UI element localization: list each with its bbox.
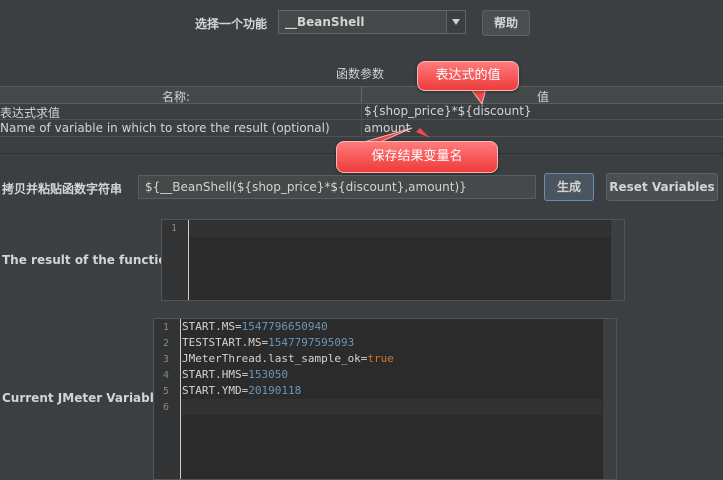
code-line: START.YMD=20190118 [182, 384, 301, 397]
callout-result-var: 保存结果变量名 [336, 141, 498, 173]
line-number: 1 [163, 322, 170, 333]
var-key: START.YMD= [182, 384, 249, 397]
result-editor[interactable]: 1 [161, 219, 625, 301]
code-line: JMeterThread.last_sample_ok=true [182, 352, 394, 365]
var-key: START.MS= [182, 320, 242, 333]
line-number: 6 [163, 402, 170, 413]
variables-label: Current JMeter Variables [2, 391, 170, 405]
var-value: true [367, 352, 394, 365]
variables-editor[interactable]: 1 2 3 4 5 6 START.MS=1547796650940 TESTS… [153, 318, 617, 480]
vertical-scrollbar[interactable] [603, 319, 616, 479]
line-number: 2 [163, 338, 170, 349]
current-line-highlight [181, 399, 602, 415]
callout-value: 表达式的值 [417, 61, 519, 91]
function-string-input[interactable]: ${__BeanShell(${shop_price}*${discount},… [138, 175, 536, 199]
code-line: START.MS=1547796650940 [182, 320, 328, 333]
var-key: TESTSTART.MS= [182, 336, 269, 349]
line-number: 4 [163, 370, 170, 381]
copy-function-label: 拷贝并粘贴函数字符串 [2, 182, 123, 196]
var-key: JMeterThread.last_sample_ok= [182, 352, 368, 365]
code-line: START.HMS=153050 [182, 368, 288, 381]
current-line-highlight [189, 221, 610, 237]
reset-variables-button[interactable]: Reset Variables [606, 173, 718, 201]
var-key: START.HMS= [182, 368, 249, 381]
line-number: 1 [171, 223, 178, 234]
var-value: 1547797595093 [268, 336, 355, 349]
vertical-scrollbar[interactable] [611, 220, 624, 300]
generate-button[interactable]: 生成 [544, 173, 594, 201]
line-gutter: 1 2 3 4 5 6 [154, 319, 181, 479]
function-helper-dialog: 选择一个功能 __BeanShell 帮助 函数参数 名称: 值 表达式求值 $… [0, 0, 723, 480]
var-value: 1547796650940 [241, 320, 328, 333]
code-line: TESTSTART.MS=1547797595093 [182, 336, 354, 349]
line-number: 5 [163, 386, 170, 397]
var-value: 20190118 [248, 384, 302, 397]
var-value: 153050 [248, 368, 288, 381]
line-gutter: 1 [162, 220, 189, 300]
function-string-value: ${__BeanShell(${shop_price}*${discount},… [145, 180, 467, 194]
line-number: 3 [163, 354, 170, 365]
